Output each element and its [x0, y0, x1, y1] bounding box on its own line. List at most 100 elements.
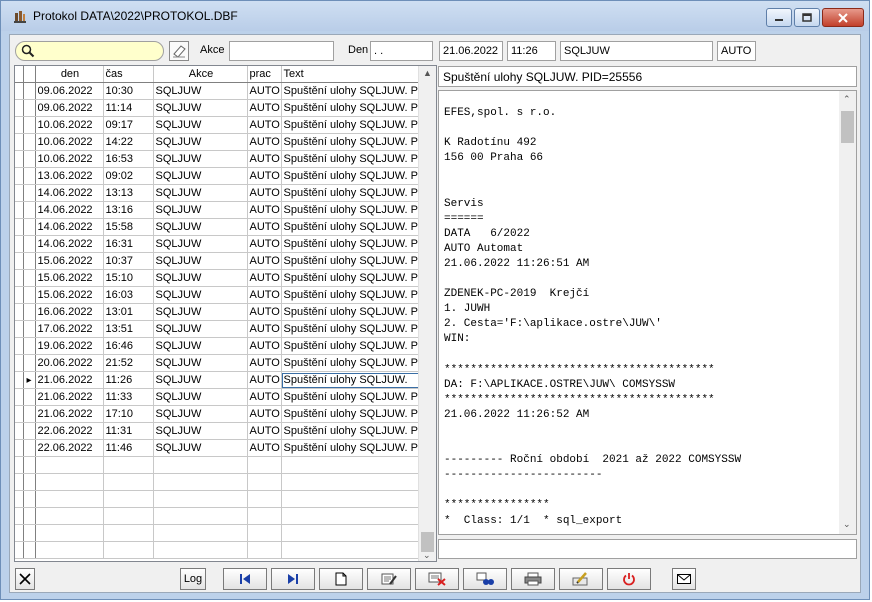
mail-button[interactable]: [672, 568, 696, 590]
row-indicator[interactable]: [23, 150, 36, 168]
table-row[interactable]: 14.06.2022 13:13 SQLJUW AUTO Spuštění ulohy …: [15, 184, 422, 202]
table-row[interactable]: 21.06.2022 17:10 SQLJUW AUTO Spuštění ulohy …: [15, 405, 422, 423]
cell-akce[interactable]: SQLJUW: [153, 167, 248, 185]
cell-text[interactable]: Spuštění ulohy SQLJUW. P: [281, 218, 422, 236]
row-indicator[interactable]: [23, 388, 36, 406]
cell-text[interactable]: Spuštění ulohy SQLJUW. P: [281, 439, 422, 457]
cell-prac[interactable]: AUTO: [247, 337, 282, 355]
cell-den[interactable]: 15.06.2022: [35, 286, 104, 304]
table-row[interactable]: 09.06.2022 10:30 SQLJUW AUTO Spuštění ulohy …: [15, 82, 422, 100]
row-indicator[interactable]: [23, 201, 36, 219]
cell-akce[interactable]: SQLJUW: [153, 422, 248, 440]
cell-den[interactable]: 19.06.2022: [35, 337, 104, 355]
table-row[interactable]: 20.06.2022 21:52 SQLJUW AUTO Spuštění ulohy …: [15, 354, 422, 372]
cell-text[interactable]: Spuštění ulohy SQLJUW. P: [281, 82, 422, 100]
minimize-button[interactable]: [766, 8, 792, 27]
table-row[interactable]: 21.06.2022 11:33 SQLJUW AUTO Spuštění ulohy …: [15, 388, 422, 406]
cell-text[interactable]: Spuštění ulohy SQLJUW. P: [281, 354, 422, 372]
cell-cas[interactable]: 11:31: [103, 422, 154, 440]
table-row[interactable]: 10.06.2022 16:53 SQLJUW AUTO Spuštění ulohy …: [15, 150, 422, 168]
cell-akce[interactable]: SQLJUW: [153, 354, 248, 372]
settings-edit-button[interactable]: [559, 568, 603, 590]
cell-cas[interactable]: 15:58: [103, 218, 154, 236]
cell-text[interactable]: Spuštění ulohy SQLJUW. P: [281, 116, 422, 134]
cell-text[interactable]: Spuštění ulohy SQLJUW. P: [281, 150, 422, 168]
table-row[interactable]: 17.06.2022 13:51 SQLJUW AUTO Spuštění ulohy …: [15, 320, 422, 338]
cell-akce[interactable]: SQLJUW: [153, 184, 248, 202]
search-input[interactable]: [15, 41, 164, 61]
cell-prac[interactable]: AUTO: [247, 371, 282, 389]
cell-prac[interactable]: AUTO: [247, 286, 282, 304]
cell-akce[interactable]: SQLJUW: [153, 303, 248, 321]
cell-cas[interactable]: 14:22: [103, 133, 154, 151]
cell-cas[interactable]: 13:13: [103, 184, 154, 202]
cell-prac[interactable]: AUTO: [247, 133, 282, 151]
last-record-button[interactable]: [271, 568, 315, 590]
cell-den[interactable]: 09.06.2022: [35, 99, 104, 117]
memo-scroll-down-icon[interactable]: ⌄: [843, 519, 851, 530]
cell-text[interactable]: Spuštění ulohy SQLJUW. P: [281, 133, 422, 151]
cell-prac[interactable]: AUTO: [247, 252, 282, 270]
column-header-den[interactable]: den: [35, 66, 104, 83]
cell-akce[interactable]: SQLJUW: [153, 252, 248, 270]
row-indicator[interactable]: [23, 252, 36, 270]
cell-text[interactable]: Spuštění ulohy SQLJUW. P: [281, 184, 422, 202]
cell-prac[interactable]: AUTO: [247, 269, 282, 287]
cell-akce[interactable]: SQLJUW: [153, 82, 248, 100]
cell-text[interactable]: Spuštění ulohy SQLJUW. P: [281, 405, 422, 423]
detail-date-field[interactable]: 21.06.2022: [439, 41, 503, 61]
table-row[interactable]: 16.06.2022 13:01 SQLJUW AUTO Spuštění ulohy …: [15, 303, 422, 321]
row-indicator[interactable]: [23, 99, 36, 117]
row-indicator[interactable]: [23, 167, 36, 185]
cell-den[interactable]: 21.06.2022: [35, 371, 104, 389]
cell-cas[interactable]: 13:16: [103, 201, 154, 219]
cell-cas[interactable]: 10:30: [103, 82, 154, 100]
row-indicator[interactable]: [23, 320, 36, 338]
cell-cas[interactable]: 11:33: [103, 388, 154, 406]
cell-text[interactable]: Spuštění ulohy SQLJUW. P: [281, 235, 422, 253]
row-indicator[interactable]: [23, 337, 36, 355]
table-row[interactable]: 15.06.2022 15:10 SQLJUW AUTO Spuštění ulohy …: [15, 269, 422, 287]
find-button[interactable]: [463, 568, 507, 590]
cell-akce[interactable]: SQLJUW: [153, 439, 248, 457]
table-row[interactable]: 19.06.2022 16:46 SQLJUW AUTO Spuštění ulohy …: [15, 337, 422, 355]
print-button[interactable]: [511, 568, 555, 590]
cell-text[interactable]: Spuštění ulohy SQLJUW. P: [281, 286, 422, 304]
memo-scrollbar[interactable]: ⌃ ⌄: [839, 91, 856, 534]
cell-prac[interactable]: AUTO: [247, 354, 282, 372]
cell-cas[interactable]: 16:53: [103, 150, 154, 168]
detail-time-field[interactable]: 11:26: [507, 41, 556, 61]
cell-den[interactable]: 14.06.2022: [35, 235, 104, 253]
cell-text[interactable]: Spuštění ulohy SQLJUW. P: [281, 252, 422, 270]
cell-prac[interactable]: AUTO: [247, 405, 282, 423]
close-window-button[interactable]: [822, 8, 864, 27]
cell-text[interactable]: Spuštění ulohy SQLJUW. P: [281, 269, 422, 287]
cell-cas[interactable]: 13:01: [103, 303, 154, 321]
cell-prac[interactable]: AUTO: [247, 82, 282, 100]
table-row[interactable]: 22.06.2022 11:31 SQLJUW AUTO Spuštění ulohy …: [15, 422, 422, 440]
cell-cas[interactable]: 09:17: [103, 116, 154, 134]
cell-prac[interactable]: AUTO: [247, 99, 282, 117]
cell-cas[interactable]: 21:52: [103, 354, 154, 372]
cell-text[interactable]: Spuštění ulohy SQLJUW. P: [281, 99, 422, 117]
cell-cas[interactable]: 13:51: [103, 320, 154, 338]
cell-prac[interactable]: AUTO: [247, 320, 282, 338]
table-row[interactable]: 22.06.2022 11:46 SQLJUW AUTO Spuštění ulohy …: [15, 439, 422, 457]
cell-prac[interactable]: AUTO: [247, 303, 282, 321]
cell-den[interactable]: 13.06.2022: [35, 167, 104, 185]
row-indicator[interactable]: [23, 235, 36, 253]
row-indicator[interactable]: [23, 269, 36, 287]
row-indicator[interactable]: [23, 82, 36, 100]
column-header-cas[interactable]: čas: [103, 66, 154, 83]
cell-text[interactable]: Spuštění ulohy SQLJUW.: [281, 371, 422, 389]
cell-prac[interactable]: AUTO: [247, 235, 282, 253]
table-row[interactable]: 15.06.2022 10:37 SQLJUW AUTO Spuštění ulohy …: [15, 252, 422, 270]
cell-den[interactable]: 14.06.2022: [35, 218, 104, 236]
scroll-up-icon[interactable]: ▲: [423, 68, 432, 78]
protocol-grid[interactable]: den čas Akce prac Text 09.06.2022 10:30 SQ…: [14, 65, 437, 562]
cell-cas[interactable]: 16:03: [103, 286, 154, 304]
cell-text[interactable]: Spuštění ulohy SQLJUW. P: [281, 388, 422, 406]
cell-cas[interactable]: 09:02: [103, 167, 154, 185]
cell-akce[interactable]: SQLJUW: [153, 286, 248, 304]
cell-cas[interactable]: 11:14: [103, 99, 154, 117]
